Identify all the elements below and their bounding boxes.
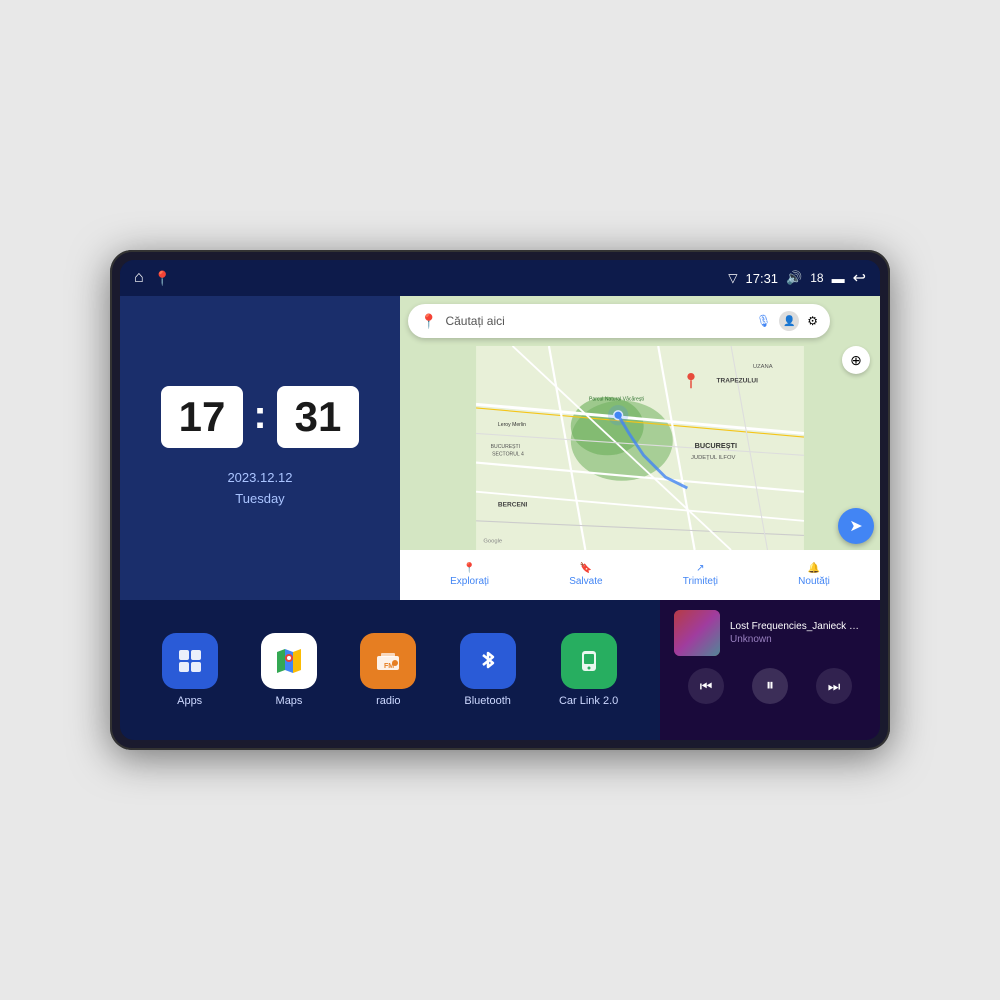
apps-label: Apps: [177, 695, 202, 707]
music-artist: Unknown: [730, 634, 866, 645]
back-icon[interactable]: ↩: [853, 268, 866, 288]
carlink-label: Car Link 2.0: [559, 695, 618, 707]
car-display-device: ⌂ 📍 ▽ 17:31 🔊 18 ▬ ↩ 17 :: [110, 250, 890, 750]
bottom-section: Apps Ma: [120, 600, 880, 740]
map-user-icon[interactable]: 👤: [779, 311, 799, 331]
app-item-maps[interactable]: Maps: [261, 633, 317, 707]
map-compass-button[interactable]: ⊕: [842, 346, 870, 374]
clock-minutes: 31: [277, 386, 360, 448]
news-icon: 🔔: [808, 563, 820, 574]
map-search-text[interactable]: Căutați aici: [445, 314, 748, 328]
status-bar: ⌂ 📍 ▽ 17:31 🔊 18 ▬ ↩: [120, 260, 880, 296]
svg-text:BUCUREȘTI: BUCUREȘTI: [491, 444, 520, 450]
maps-app-icon: [261, 633, 317, 689]
saved-icon: 🔖: [580, 563, 592, 574]
send-icon: ↗: [696, 563, 704, 574]
apps-bar: Apps Ma: [120, 600, 660, 740]
clock-date: 2023.12.12 Tuesday: [227, 468, 292, 510]
music-player: Lost Frequencies_Janieck Devy-... Unknow…: [660, 600, 880, 740]
radio-label: radio: [376, 695, 400, 707]
app-item-carlink[interactable]: Car Link 2.0: [559, 633, 618, 707]
signal-icon: ▽: [728, 271, 737, 285]
map-nav-news[interactable]: 🔔 Noutăți: [798, 563, 830, 587]
map-canvas: TRAPEZULUI UZANA BUCUREȘTI JUDEȚUL ILFOV…: [400, 346, 880, 550]
bluetooth-label: Bluetooth: [464, 695, 510, 707]
svg-text:SECTORUL 4: SECTORUL 4: [492, 451, 524, 457]
music-title: Lost Frequencies_Janieck Devy-...: [730, 621, 866, 632]
radio-icon: FM: [360, 633, 416, 689]
map-background: 📍 Căutați aici 🎙 👤 ⚙: [400, 296, 880, 600]
volume-icon[interactable]: 🔊: [786, 270, 802, 286]
svg-text:BERCENI: BERCENI: [498, 501, 528, 508]
next-icon: ⏭: [828, 678, 841, 695]
status-time: 17:31: [746, 271, 779, 286]
music-info: Lost Frequencies_Janieck Devy-... Unknow…: [674, 610, 866, 656]
music-play-button[interactable]: ⏸: [752, 668, 788, 704]
explore-icon: 📍: [463, 563, 475, 574]
home-icon[interactable]: ⌂: [134, 269, 144, 287]
maps-shortcut-icon[interactable]: 📍: [154, 270, 171, 287]
clock-hours: 17: [161, 386, 244, 448]
prev-icon: ⏮: [700, 678, 713, 695]
carlink-icon: [561, 633, 617, 689]
app-item-bluetooth[interactable]: Bluetooth: [460, 633, 516, 707]
explore-label: Explorați: [450, 576, 489, 587]
top-section: 17 : 31 2023.12.12 Tuesday 📍: [120, 296, 880, 600]
status-left: ⌂ 📍: [134, 269, 171, 287]
map-nav-explore[interactable]: 📍 Explorați: [450, 563, 489, 587]
music-text: Lost Frequencies_Janieck Devy-... Unknow…: [730, 621, 866, 645]
clock-panel: 17 : 31 2023.12.12 Tuesday: [120, 296, 400, 600]
svg-text:JUDEȚUL ILFOV: JUDEȚUL ILFOV: [691, 455, 735, 461]
map-nav-send[interactable]: ↗ Trimiteți: [683, 563, 718, 587]
battery-level: 18: [810, 271, 823, 285]
screen: ⌂ 📍 ▽ 17:31 🔊 18 ▬ ↩ 17 :: [120, 260, 880, 740]
music-next-button[interactable]: ⏭: [816, 668, 852, 704]
main-content: 17 : 31 2023.12.12 Tuesday 📍: [120, 296, 880, 740]
map-mic-icon[interactable]: 🎙: [756, 314, 771, 328]
svg-text:Leroy Merlin: Leroy Merlin: [498, 422, 526, 428]
music-thumbnail: [674, 610, 720, 656]
battery-icon: ▬: [832, 271, 845, 286]
map-settings-icon[interactable]: ⚙: [807, 314, 818, 328]
svg-text:BUCUREȘTI: BUCUREȘTI: [695, 441, 737, 450]
map-navigate-button[interactable]: ➤: [838, 508, 874, 544]
apps-icon: [162, 633, 218, 689]
svg-text:TRAPEZULUI: TRAPEZULUI: [717, 377, 759, 384]
status-right: ▽ 17:31 🔊 18 ▬ ↩: [728, 268, 866, 288]
bluetooth-icon: [460, 633, 516, 689]
svg-text:Google: Google: [483, 539, 502, 545]
send-label: Trimiteți: [683, 576, 718, 587]
news-label: Noutăți: [798, 576, 830, 587]
play-icon: ⏸: [766, 677, 774, 695]
map-pin-icon: 📍: [420, 313, 437, 330]
map-panel[interactable]: 📍 Căutați aici 🎙 👤 ⚙: [400, 296, 880, 600]
app-item-apps[interactable]: Apps: [162, 633, 218, 707]
svg-text:Parcul Natural Văcărești: Parcul Natural Văcărești: [589, 397, 644, 403]
svg-text:UZANA: UZANA: [753, 364, 773, 370]
saved-label: Salvate: [569, 576, 602, 587]
clock-colon: :: [253, 393, 266, 438]
clock-day-value: Tuesday: [227, 489, 292, 510]
music-controls: ⏮ ⏸ ⏭: [674, 668, 866, 704]
map-search-bar[interactable]: 📍 Căutați aici 🎙 👤 ⚙: [408, 304, 830, 338]
music-prev-button[interactable]: ⏮: [688, 668, 724, 704]
maps-label: Maps: [276, 695, 303, 707]
map-bottom-nav: 📍 Explorați 🔖 Salvate ↗ Trimiteți: [400, 550, 880, 600]
clock-display: 17 : 31: [161, 386, 360, 448]
map-svg: TRAPEZULUI UZANA BUCUREȘTI JUDEȚUL ILFOV…: [400, 346, 880, 550]
map-nav-saved[interactable]: 🔖 Salvate: [569, 563, 602, 587]
clock-date-value: 2023.12.12: [227, 468, 292, 489]
app-item-radio[interactable]: FM radio: [360, 633, 416, 707]
